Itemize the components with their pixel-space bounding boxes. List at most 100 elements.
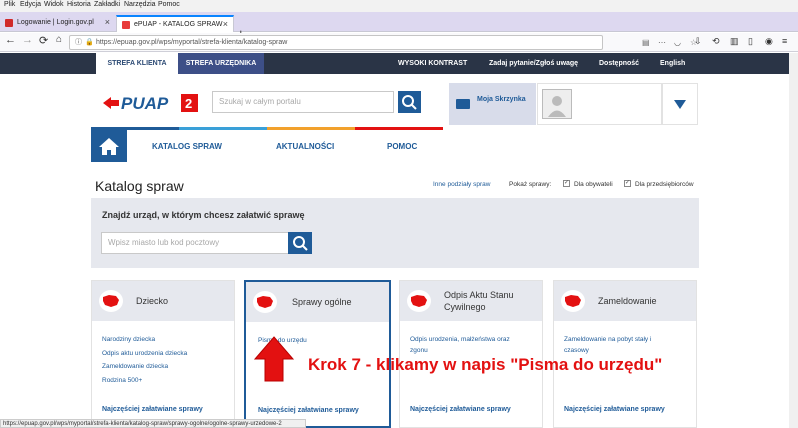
- epuap-logo[interactable]: PUAP 2: [101, 92, 199, 114]
- library-icon[interactable]: ▥: [730, 36, 739, 47]
- portal-search-input[interactable]: Szukaj w całym portalu: [212, 91, 394, 113]
- logo-num: 2: [185, 96, 192, 111]
- card-title: Dziecko: [136, 296, 169, 306]
- url-bar[interactable]: ⓘ 🔒 https://epuap.gov.pl/wps/myportal/st…: [69, 35, 697, 50]
- info-icon[interactable]: ⓘ: [75, 36, 82, 49]
- most-common-link[interactable]: Najczęściej załatwiane sprawy: [410, 406, 511, 413]
- chevron-down-icon: [674, 100, 686, 109]
- category-card-zameldowanie[interactable]: Zameldowanie Zameldowanie na pobyt stały…: [553, 280, 697, 428]
- category-card-odpis-aktu[interactable]: Odpis Aktu Stanu Cywilnego Odpis urodzen…: [399, 280, 543, 428]
- nav-pomoc[interactable]: POMOC: [387, 142, 417, 151]
- color-stripe: [91, 127, 443, 130]
- card-links: Zameldowanie na pobyt stały i czasowy: [564, 333, 651, 355]
- card-link-cont[interactable]: zgonu: [410, 347, 510, 355]
- house-icon: [99, 138, 119, 155]
- download-icon[interactable]: ⇩: [694, 36, 702, 47]
- browser-tab-katalog[interactable]: ePUAP - KATALOG SPRAW ×: [116, 15, 234, 32]
- poland-map-icon: [407, 290, 431, 312]
- scrollbar[interactable]: [789, 53, 798, 428]
- menu-plik[interactable]: Plik: [4, 1, 15, 8]
- card-link[interactable]: Narodziny dziecka: [102, 333, 187, 347]
- citizens-checkbox[interactable]: ✓: [563, 180, 570, 187]
- city-postcode-input[interactable]: Wpisz miasto lub kod pocztowy: [101, 232, 289, 254]
- entrepreneurs-checkbox[interactable]: ✓: [624, 180, 631, 187]
- show-cases-label: Pokaż sprawy:: [509, 181, 552, 188]
- card-title: Sprawy ogólne: [292, 297, 352, 307]
- lock-icon: 🔒: [85, 39, 94, 46]
- search-icon: [293, 236, 308, 251]
- app-menu-icon[interactable]: ≡: [782, 36, 787, 46]
- tab-favicon-icon: [122, 21, 130, 29]
- portal-search-button[interactable]: [398, 91, 421, 113]
- menu-pomoc[interactable]: Pomoc: [158, 1, 180, 8]
- search-icon: [402, 95, 417, 110]
- card-links: Narodziny dziecka Odpis aktu urodzenia d…: [102, 333, 187, 387]
- svg-text:PUAP: PUAP: [121, 94, 169, 113]
- office-finder: Znajdź urząd, w którym chcesz załatwić s…: [91, 198, 699, 268]
- poland-map-icon: [561, 290, 585, 312]
- red-arrow-up-icon: [253, 336, 295, 382]
- most-common-link[interactable]: Najczęściej załatwiane sprawy: [564, 406, 665, 413]
- card-link[interactable]: Odpis urodzenia, małżeństwa oraz: [410, 333, 510, 347]
- card-links: Odpis urodzenia, małżeństwa oraz zgonu: [410, 333, 510, 355]
- history-icon[interactable]: ⟲: [712, 36, 720, 47]
- home-icon[interactable]: ⌂: [56, 34, 62, 45]
- card-header: Sprawy ogólne: [246, 282, 389, 322]
- nav-aktualnosci[interactable]: AKTUALNOŚCI: [276, 142, 334, 151]
- pocket-icon[interactable]: ◡: [674, 36, 681, 49]
- tab-favicon-icon: [5, 19, 13, 27]
- card-link[interactable]: Zameldowanie na pobyt stały i: [564, 333, 651, 347]
- most-common-link[interactable]: Najczęściej załatwiane sprawy: [258, 407, 359, 414]
- menu-widok[interactable]: Widok: [44, 1, 63, 8]
- menu-edycja[interactable]: Edycja: [20, 1, 41, 8]
- back-icon[interactable]: ←: [5, 34, 16, 46]
- category-card-dziecko[interactable]: Dziecko Narodziny dziecka Odpis aktu uro…: [91, 280, 235, 428]
- sidebar-icon[interactable]: ▯: [748, 36, 753, 47]
- tutorial-callout: Krok 7 - klikamy w napis "Pisma do urzęd…: [308, 355, 663, 374]
- reader-icon[interactable]: ▤: [642, 36, 650, 49]
- avatar: [542, 89, 572, 119]
- card-link[interactable]: Rodzina 500+: [102, 374, 187, 388]
- tab-strefa-klienta[interactable]: STREFA KLIENTA: [96, 53, 178, 74]
- mailbox-button[interactable]: Moja Skrzynka: [449, 83, 536, 125]
- card-header: Dziecko: [92, 281, 234, 321]
- menu-narzedzia[interactable]: Narzędzia: [124, 1, 156, 8]
- browser-toolbar: ← → ⟳ ⌂ ⓘ 🔒 https://epuap.gov.pl/wps/myp…: [0, 33, 798, 52]
- browser-tab-login[interactable]: Logowanie | Login.gov.pl ×: [0, 15, 115, 32]
- card-link[interactable]: Zameldowanie dziecka: [102, 360, 187, 374]
- finder-search-button[interactable]: [288, 232, 312, 254]
- screen: Plik Edycja Widok Historia Zakładki Narz…: [0, 0, 798, 428]
- card-title: Odpis Aktu Stanu Cywilnego: [444, 290, 514, 312]
- user-panel[interactable]: [537, 83, 662, 125]
- english-link[interactable]: English: [660, 53, 685, 74]
- card-header: Odpis Aktu Stanu Cywilnego: [400, 281, 542, 321]
- card-link-cont[interactable]: czasowy: [564, 347, 651, 355]
- browser-menubar: Plik Edycja Widok Historia Zakładki Narz…: [0, 0, 798, 12]
- card-title: Zameldowanie: [598, 296, 657, 306]
- menu-zakladki[interactable]: Zakładki: [94, 1, 120, 8]
- tab-close-icon[interactable]: ×: [105, 15, 110, 30]
- poland-map-icon: [253, 291, 277, 313]
- tab-title: ePUAP - KATALOG SPRAW: [134, 21, 223, 28]
- menu-historia[interactable]: Historia: [67, 1, 91, 8]
- accessibility-link[interactable]: Dostępność: [599, 53, 639, 74]
- tab-close-icon[interactable]: ×: [223, 17, 228, 32]
- reload-icon[interactable]: ⟳: [39, 34, 48, 47]
- finder-label: Znajdź urząd, w którym chcesz załatwić s…: [102, 210, 305, 220]
- tab-strefa-urzednika[interactable]: STREFA URZĘDNIKA: [178, 53, 264, 74]
- status-bar: https://epuap.gov.pl/wps/myportal/strefa…: [0, 419, 306, 428]
- high-contrast-link[interactable]: WYSOKI KONTRAST: [398, 53, 467, 74]
- user-menu-dropdown[interactable]: [662, 83, 698, 125]
- card-link[interactable]: Odpis aktu urodzenia dziecka: [102, 347, 187, 361]
- home-button[interactable]: [91, 130, 127, 162]
- envelope-icon: [456, 99, 470, 109]
- ask-question-link[interactable]: Zadaj pytanie/Zgłoś uwagę: [489, 53, 578, 74]
- other-divisions-link[interactable]: Inne podziały spraw: [433, 181, 490, 188]
- citizens-label: Dla obywateli: [574, 181, 613, 188]
- poland-map-icon: [99, 290, 123, 312]
- forward-icon[interactable]: →: [22, 34, 33, 46]
- most-common-link[interactable]: Najczęściej załatwiane sprawy: [102, 406, 203, 413]
- page-actions-icon[interactable]: ⋯: [658, 36, 666, 49]
- account-icon[interactable]: ◉: [765, 36, 773, 47]
- nav-katalog-spraw[interactable]: KATALOG SPRAW: [152, 142, 222, 151]
